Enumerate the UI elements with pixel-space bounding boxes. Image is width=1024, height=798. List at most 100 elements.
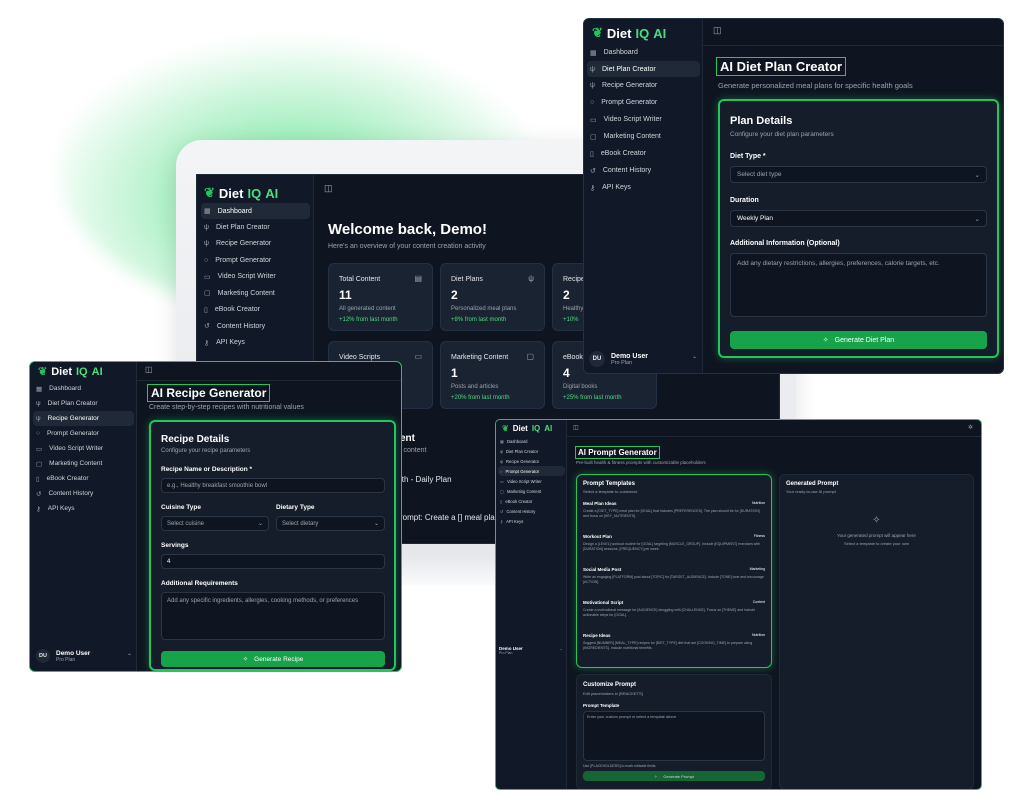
settings-icon[interactable]: ✲	[968, 424, 973, 431]
sidebar-item-recipe-generator[interactable]: ψ Recipe Generator	[33, 411, 134, 426]
sidebar-item-ebook-creator[interactable]: ▯ eBook Creator	[587, 145, 700, 162]
generate-recipe-button[interactable]: ✧ Generate Recipe	[161, 651, 385, 667]
sidebar-item-diet-plan-creator[interactable]: ψ Diet Plan Creator	[498, 446, 565, 456]
sidebar-item-recipe-generator[interactable]: ψ Recipe Generator	[587, 77, 700, 94]
prompt-templates-card: Prompt Templates Select a template to cu…	[576, 474, 772, 668]
sidebar-item-diet-plan-creator[interactable]: ψ Diet Plan Creator	[33, 396, 134, 411]
select-value: Weekly Plan	[737, 215, 774, 222]
sidebar-item-dashboard[interactable]: ▦ Dashboard	[587, 44, 700, 61]
template-item-recipe-ideas[interactable]: Recipe Ideas Nutrition Suggest [NUMBER] …	[583, 633, 765, 666]
nav-label: Diet Plan Creator	[47, 400, 98, 407]
user-info: Demo User Pro Plan	[56, 650, 90, 663]
prompt-template-textarea[interactable]: Enter your custom prompt or select a tem…	[583, 711, 765, 761]
stat-desc: All generated content	[339, 306, 396, 312]
sidebar-item-content-history[interactable]: ↺ Content History	[587, 162, 700, 179]
video-icon: ▭	[414, 352, 422, 361]
file-icon: ▤	[414, 274, 422, 283]
sidebar-item-prompt-generator[interactable]: ○ Prompt Generator	[587, 94, 700, 111]
template-item-social-media-post[interactable]: Social Media Post Marketing Write an eng…	[583, 567, 765, 600]
sidebar-item-marketing-content[interactable]: ▢ Marketing Content	[587, 128, 700, 145]
stat-label: Total Content	[339, 276, 381, 283]
stat-label: Diet Plans	[451, 276, 483, 283]
template-item-workout-plan[interactable]: Workout Plan Fitness Design a [LEVEL] wo…	[583, 534, 765, 567]
template-item-meal-plan[interactable]: Meal Plan Ideas Nutrition Create a [DIET…	[583, 501, 765, 534]
user-menu[interactable]: DU Demo User Pro Plan ⌃	[589, 351, 697, 367]
book-icon: ▯	[590, 150, 594, 158]
dashboard-icon: ▦	[36, 385, 43, 393]
key-icon: ⚷	[500, 518, 504, 524]
leaf-icon: ❦	[592, 25, 603, 40]
sidebar-item-prompt-generator[interactable]: ○ Prompt Generator	[498, 466, 565, 476]
diet-type-select[interactable]: Select diet type ⌄	[730, 166, 987, 183]
sidebar-item-marketing-content[interactable]: ▢ Marketing Content	[33, 456, 134, 471]
history-icon: ↺	[500, 508, 504, 514]
additional-requirements-textarea[interactable]: Add any specific ingredients, allergies,…	[161, 592, 385, 640]
sidebar-item-prompt-generator[interactable]: ○ Prompt Generator	[33, 426, 134, 441]
user-menu[interactable]: DU Demo User Pro Plan ⌃	[36, 649, 132, 663]
recent-item-1[interactable]: lth - Daily Plan	[400, 475, 452, 484]
dietary-type-select[interactable]: Select dietary ⌄	[276, 516, 385, 531]
template-text: Create a [DIET_TYPE] meal plan for [GOAL…	[583, 509, 760, 518]
sidebar-toggle-icon[interactable]: ◫	[145, 365, 153, 374]
sidebar-toggle-icon[interactable]: ◫	[713, 25, 722, 36]
brand-iq: IQ	[76, 365, 88, 378]
sidebar-item-api-keys[interactable]: ⚷ API Keys	[33, 501, 134, 516]
sidebar-toggle-icon[interactable]: ◫	[573, 424, 579, 431]
sidebar-item-prompt-generator[interactable]: ○ Prompt Generator	[201, 252, 310, 269]
nav-label: API Keys	[216, 339, 245, 347]
sidebar-item-marketing-content[interactable]: ▢ Marketing Content	[201, 285, 310, 302]
sidebar-item-recipe-generator[interactable]: ψ Recipe Generator	[498, 456, 565, 466]
sidebar-item-video-script-writer[interactable]: ▭ Video Script Writer	[587, 111, 700, 128]
sidebar-item-ebook-creator[interactable]: ▯ eBook Creator	[201, 302, 310, 319]
cuisine-type-select[interactable]: Select cuisine ⌄	[161, 516, 269, 531]
sidebar-item-video-script-writer[interactable]: ▭ Video Script Writer	[201, 269, 310, 286]
template-item-motivational-script[interactable]: Motivational Script Content Create a mot…	[583, 600, 765, 633]
sidebar-item-video-script-writer[interactable]: ▭ Video Script Writer	[498, 476, 565, 486]
sidebar-item-dashboard[interactable]: ▦ Dashboard	[33, 381, 134, 396]
card-subtitle: Configure your diet plan parameters	[730, 131, 834, 138]
stat-card-diet-plans: Diet Plans ψ 2 Personalized meal plans +…	[440, 263, 545, 331]
additional-info-textarea[interactable]: Add any dietary restrictions, allergies,…	[730, 253, 987, 317]
sidebar-item-api-keys[interactable]: ⚷ API Keys	[587, 179, 700, 196]
nav-label: eBook Creator	[214, 306, 260, 314]
recent-item-2[interactable]: rompt: Create a [] meal pla	[400, 513, 495, 522]
user-name: Demo User	[611, 352, 648, 360]
sidebar-item-content-history[interactable]: ↺ Content History	[201, 318, 310, 335]
generate-diet-plan-button[interactable]: ✧ Generate Diet Plan	[730, 331, 987, 349]
nav-label: API Keys	[602, 184, 631, 191]
sidebar-item-marketing-content[interactable]: ▢ Marketing Content	[498, 486, 565, 496]
sidebar-toggle-icon[interactable]: ◫	[324, 183, 333, 194]
sidebar-item-ebook-creator[interactable]: ▯ eBook Creator	[498, 496, 565, 506]
nav-label: Dashboard	[217, 207, 252, 215]
user-menu[interactable]: Demo User Pro Plan ⌃	[499, 646, 563, 655]
customize-prompt-card: Customize Prompt Edit placeholders in [B…	[576, 674, 772, 789]
brand-iq: IQ	[531, 424, 541, 433]
generate-prompt-button[interactable]: ✧ Generate Prompt	[583, 771, 765, 781]
sidebar-item-api-keys[interactable]: ⚷ API Keys	[498, 516, 565, 526]
sidebar-item-api-keys[interactable]: ⚷ API Keys	[201, 335, 310, 352]
fork-knife-icon: ψ	[36, 415, 41, 422]
template-name: Workout Plan	[583, 534, 612, 539]
servings-input[interactable]: 4	[161, 554, 385, 569]
sidebar-item-video-script-writer[interactable]: ▭ Video Script Writer	[33, 441, 134, 456]
sidebar-item-ebook-creator[interactable]: ▯ eBook Creator	[33, 471, 134, 486]
duration-select[interactable]: Weekly Plan ⌄	[730, 210, 987, 227]
lightbulb-icon: ○	[500, 468, 503, 474]
sidebar-item-dashboard[interactable]: ▦ Dashboard	[498, 436, 565, 446]
stat-desc: Digital books	[563, 384, 598, 390]
sidebar-item-diet-plan-creator[interactable]: ψ Diet Plan Creator	[201, 219, 310, 236]
additional-info-label: Additional Information (Optional)	[730, 240, 840, 247]
sidebar-item-content-history[interactable]: ↺ Content History	[498, 506, 565, 516]
user-plan: Pro Plan	[499, 651, 513, 655]
message-icon: ▢	[36, 460, 43, 468]
sidebar-nav: ▦ Dashboard ψ Diet Plan Creator ψ Recipe Ge…	[201, 203, 310, 351]
stat-card-total-content: Total Content ▤ 11 All generated content…	[328, 263, 433, 331]
sidebar-item-recipe-generator[interactable]: ψ Recipe Generator	[201, 236, 310, 253]
sidebar-item-dashboard[interactable]: ▦ Dashboard	[201, 203, 310, 219]
input-placeholder: e.g., Healthy breakfast smoothie bowl	[167, 482, 268, 489]
recipe-name-input[interactable]: e.g., Healthy breakfast smoothie bowl	[161, 478, 385, 493]
sidebar-item-diet-plan-creator[interactable]: ψ Diet Plan Creator	[587, 61, 700, 77]
sparkle-icon: ✧	[822, 337, 829, 344]
stat-desc: Healthy	[563, 306, 584, 312]
sidebar-item-content-history[interactable]: ↺ Content History	[33, 486, 134, 501]
